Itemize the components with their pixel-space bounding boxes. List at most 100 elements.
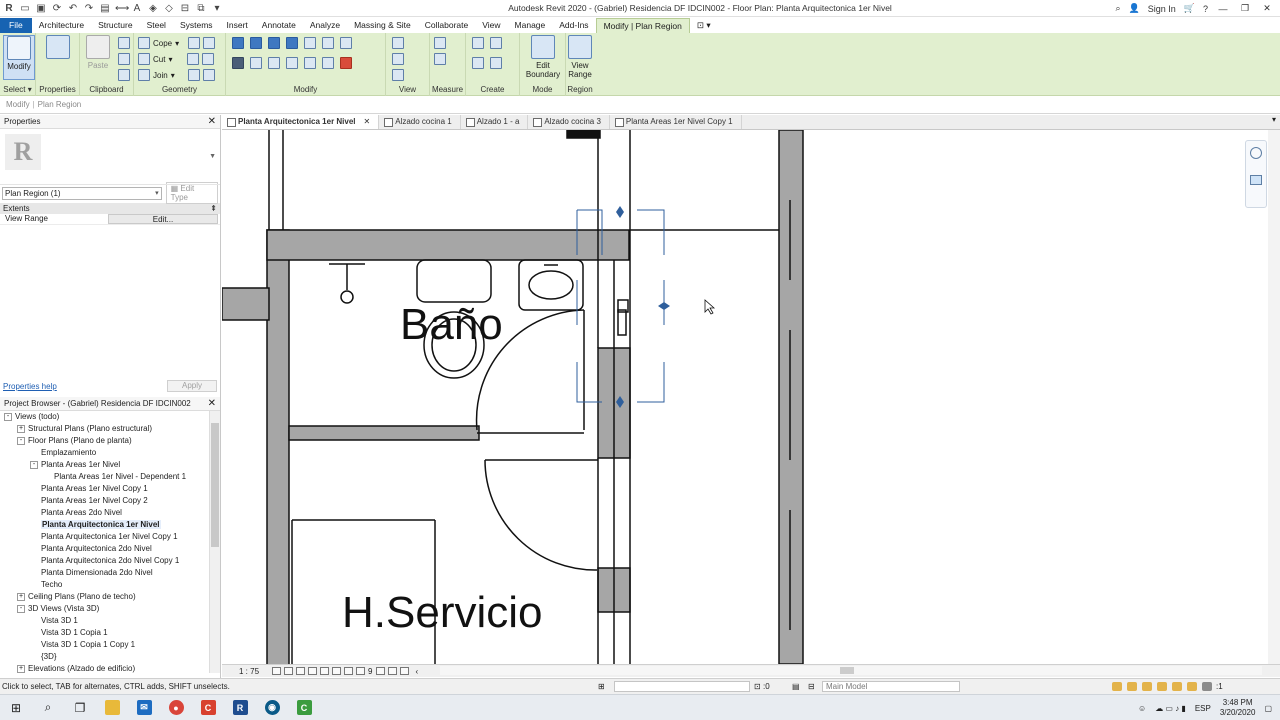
browser-scrollbar[interactable] [209,411,220,673]
minimize-button[interactable]: — [1216,4,1230,14]
tab-modify-plan-region[interactable]: Modify | Plan Region [595,18,690,33]
print-icon[interactable]: ▤ [99,3,111,14]
mail-button[interactable]: ✉ [128,695,160,720]
delete-icon[interactable] [340,57,352,69]
close-window-button[interactable]: ✕ [1260,3,1274,14]
unlock-3d-icon[interactable] [344,667,353,675]
geometry-tool-4-icon[interactable] [202,53,215,65]
customize-qat-icon[interactable]: ▾ [211,3,223,14]
create-assembly-icon[interactable] [472,37,484,49]
room-label-bano[interactable]: Baño [400,300,503,350]
tree-item[interactable]: Planta Arquitectonica 2do Nivel [0,543,208,555]
sync-icon[interactable]: ⟳ [51,3,63,14]
edit-type-button[interactable]: ▦ Edit Type [165,182,218,204]
copy-element-icon[interactable] [250,57,262,69]
redo-icon[interactable]: ↷ [83,3,95,14]
geometry-tool-5-icon[interactable] [187,69,200,81]
match-type-icon[interactable] [118,69,130,81]
sun-path-icon[interactable] [296,667,305,675]
mirror-draw-icon[interactable] [286,37,298,49]
background-process-icon[interactable] [1187,682,1197,691]
doc-tab-planta-areas-copy[interactable]: Planta Areas 1er Nivel Copy 1 [610,115,742,129]
search-icon[interactable]: ⌕ [1115,3,1120,14]
cut-clipboard-icon[interactable] [118,37,130,49]
tree-item[interactable]: Vista 3D 1 [0,615,208,627]
steering-wheel-icon[interactable] [1250,147,1262,159]
workset-dropdown[interactable] [614,681,750,692]
split-icon[interactable] [304,37,316,49]
people-icon[interactable]: ☺ [1138,704,1146,713]
modify-button[interactable]: Modify [3,35,35,80]
linework-icon[interactable] [392,69,404,81]
close-browser-icon[interactable]: ✕ [208,398,216,409]
tab-systems[interactable]: Systems [173,18,220,33]
section-icon[interactable]: ◇ [163,3,175,14]
close-tab-icon[interactable]: ✕ [364,117,371,126]
tray-icons[interactable]: ☁ ▭ ♪ ▮ [1155,704,1186,713]
search-taskbar-button[interactable]: ⌕ [32,695,64,720]
detail-level-icon[interactable] [272,667,281,675]
paste-button[interactable]: Paste [82,35,114,80]
cope-button[interactable]: Cope [153,39,172,48]
tree-item[interactable]: Emplazamiento [0,447,208,459]
tab-add-ins[interactable]: Add-Ins [552,18,595,33]
restore-button[interactable]: ❐ [1238,3,1252,14]
tree-item[interactable]: Planta Areas 1er Nivel Copy 1 [0,483,208,495]
tab-manage[interactable]: Manage [508,18,553,33]
doc-tab-planta-arq-1[interactable]: Planta Arquitectonica 1er Nivel ✕ [222,115,380,129]
select-pinned-icon[interactable] [1142,682,1152,691]
collapse-toggle-icon[interactable]: - [17,604,25,613]
align-icon[interactable] [232,37,244,49]
instance-dropdown[interactable]: Plan Region (1) ▾ [2,186,162,200]
type-dropdown-icon[interactable]: ▼ [209,153,216,160]
temporary-hide-icon[interactable] [356,667,365,675]
reveal-hidden-icon[interactable] [376,667,386,675]
canvas-vertical-scrollbar[interactable] [1268,130,1280,664]
canvas-horizontal-scrollbar[interactable] [440,666,1262,675]
tab-overflow-icon[interactable]: ⊡ ▾ [690,18,718,33]
view-range-edit-button[interactable]: Edit... [108,214,218,224]
collapse-toggle-icon[interactable]: - [30,460,38,469]
tree-item[interactable]: Planta Arquitectonica 1er Nivel Copy 1 [0,531,208,543]
properties-help-link[interactable]: Properties help [3,382,57,391]
design-option-tool-icon[interactable]: ⊟ [808,682,815,691]
array-icon[interactable] [304,57,316,69]
camtasia-green-button[interactable]: C [288,695,320,720]
cart-icon[interactable]: 🛒 [1184,3,1195,14]
tab-annotate[interactable]: Annotate [255,18,303,33]
worksets-icon[interactable]: ⊞ [598,682,605,691]
edit-boundary-button[interactable]: Edit Boundary [525,35,561,80]
expand-toggle-icon[interactable]: + [17,664,25,673]
editable-only-icon[interactable]: ⊡ [754,682,761,691]
split-gap-icon[interactable] [322,37,334,49]
move-icon[interactable] [232,57,244,69]
tab-massing-site[interactable]: Massing & Site [347,18,418,33]
save-icon[interactable]: ▣ [35,3,47,14]
tree-item[interactable]: Vista 3D 1 Copia 1 [0,627,208,639]
tree-item[interactable]: - Floor Plans (Plano de planta) [0,435,208,447]
filter-icon[interactable] [1202,682,1212,691]
measure-icon[interactable]: ⟷ [115,3,129,14]
rotate-icon[interactable] [268,57,280,69]
view-range-button[interactable]: View Range [563,35,597,80]
zoom-icon[interactable] [1250,175,1262,185]
tree-item[interactable]: - Views (todo) [0,411,208,423]
geometry-tool-1-icon[interactable] [188,37,201,49]
tree-item[interactable]: Planta Arquitectonica 1er Nivel [0,519,208,531]
drag-on-selection-icon[interactable] [1172,682,1182,691]
doc-tab-alzado-1a[interactable]: Alzado 1 - a [461,115,529,129]
undo-icon[interactable]: ↶ [67,3,79,14]
view-scale[interactable]: 1 : 75 [222,667,272,676]
3d-view-icon[interactable]: ◈ [147,3,159,14]
help-icon[interactable]: ? [1203,4,1208,14]
tree-item[interactable]: {3D} [0,651,208,663]
doc-tab-alzado-cocina-3[interactable]: Alzado cocina 3 [528,115,610,129]
tab-file[interactable]: File [0,18,32,33]
language-indicator[interactable]: ESP [1195,704,1211,713]
offset-icon[interactable] [250,37,262,49]
open-icon[interactable]: ▭ [19,3,31,14]
tab-analyze[interactable]: Analyze [303,18,347,33]
visual-style-icon[interactable] [284,667,293,675]
panel-label-select[interactable]: Select ▾ [0,85,35,94]
tabs-overflow-icon[interactable]: ▾ [1272,115,1280,129]
